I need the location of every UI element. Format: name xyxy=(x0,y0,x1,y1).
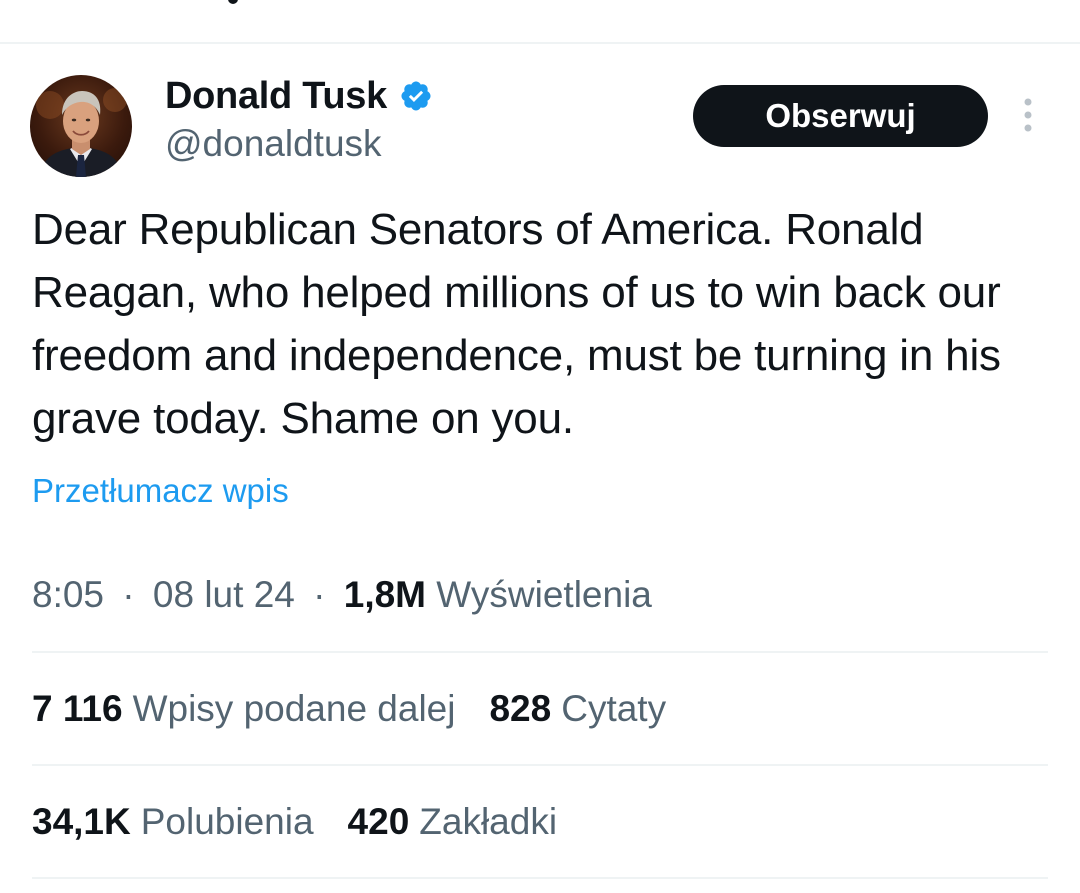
avatar-photo xyxy=(36,88,127,177)
reposts-count: 7 116 xyxy=(32,688,123,729)
likes-label: Polubienia xyxy=(140,801,314,842)
views-label: Wyświetlenia xyxy=(436,574,652,615)
author-display-name[interactable]: Donald Tusk xyxy=(165,75,387,118)
likes-count: 34,1K xyxy=(32,801,131,842)
author-name-row: Donald Tusk xyxy=(165,73,433,119)
follow-button[interactable]: Obserwuj xyxy=(693,85,988,147)
engagement-stats-row-2: 34,1K Polubienia 420 Zakładki xyxy=(32,801,591,843)
divider xyxy=(32,651,1048,653)
previous-header-fragment xyxy=(0,0,1080,42)
divider xyxy=(32,764,1048,766)
author-handle[interactable]: @donaldtusk xyxy=(165,123,382,165)
translate-post-link[interactable]: Przetłumacz wpis xyxy=(32,472,289,510)
quotes-label: Cytaty xyxy=(561,688,667,729)
quotes-count: 828 xyxy=(489,688,552,729)
views-count: 1,8M xyxy=(343,574,427,615)
verified-badge-icon[interactable] xyxy=(399,79,433,113)
engagement-stats-row-1: 7 116 Wpisy podane dalej 828 Cytaty xyxy=(32,688,700,730)
likes-stat[interactable]: 34,1K Polubienia xyxy=(32,801,314,843)
tweet-date[interactable]: 08 lut 24 xyxy=(153,574,295,615)
reposts-stat[interactable]: 7 116 Wpisy podane dalej xyxy=(32,688,455,730)
avatar[interactable] xyxy=(30,75,132,177)
bookmarks-label: Zakładki xyxy=(419,801,558,842)
tweet-meta: 8:05 · 08 lut 24 · 1,8M Wyświetlenia xyxy=(32,574,652,616)
more-options-icon[interactable] xyxy=(1016,96,1040,136)
clipped-glyph xyxy=(228,0,238,4)
tweet-text: Dear Republican Senators of America. Ron… xyxy=(32,205,1001,443)
reposts-label: Wpisy podane dalej xyxy=(132,688,456,729)
quotes-stat[interactable]: 828 Cytaty xyxy=(489,688,666,730)
meta-separator: · xyxy=(313,574,326,615)
header-divider xyxy=(0,42,1080,44)
tweet-time[interactable]: 8:05 xyxy=(32,574,104,615)
divider xyxy=(32,877,1048,879)
bookmarks-stat[interactable]: 420 Zakładki xyxy=(348,801,558,843)
meta-separator: · xyxy=(122,574,135,615)
bookmarks-count: 420 xyxy=(347,801,410,842)
